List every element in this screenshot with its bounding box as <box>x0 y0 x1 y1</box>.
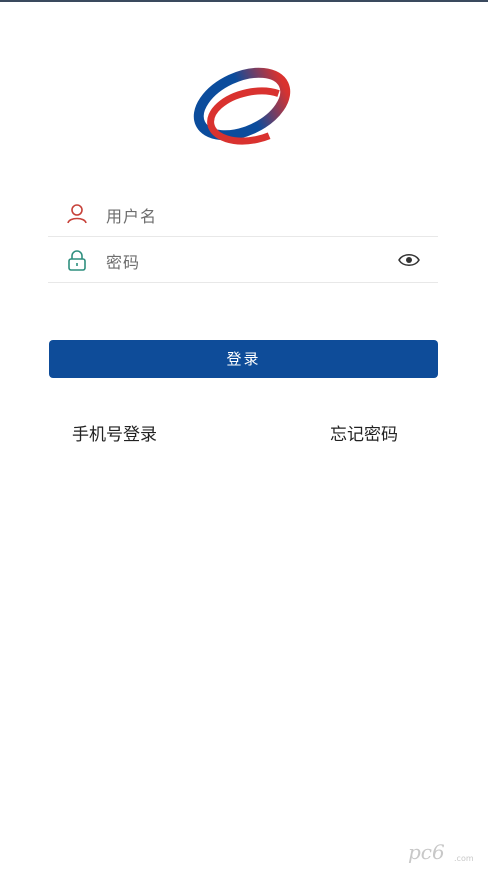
status-bar-line <box>0 0 488 2</box>
password-input[interactable]: 密码 <box>106 249 140 273</box>
phone-login-link[interactable]: 手机号登录 <box>72 420 157 445</box>
forgot-password-link[interactable]: 忘记密码 <box>330 420 398 445</box>
user-icon <box>67 204 87 224</box>
watermark-logo: pc6 <box>408 840 445 864</box>
lock-icon <box>68 250 86 271</box>
username-input[interactable]: 用户名 <box>106 203 157 227</box>
watermark-site: .com <box>454 854 474 863</box>
password-field[interactable]: 密码 <box>48 238 438 283</box>
eye-icon[interactable] <box>398 251 420 269</box>
username-field[interactable]: 用户名 <box>48 192 438 237</box>
watermark: pc6 .com <box>408 840 478 866</box>
app-logo <box>193 67 297 145</box>
login-button[interactable]: 登录 <box>49 340 438 378</box>
